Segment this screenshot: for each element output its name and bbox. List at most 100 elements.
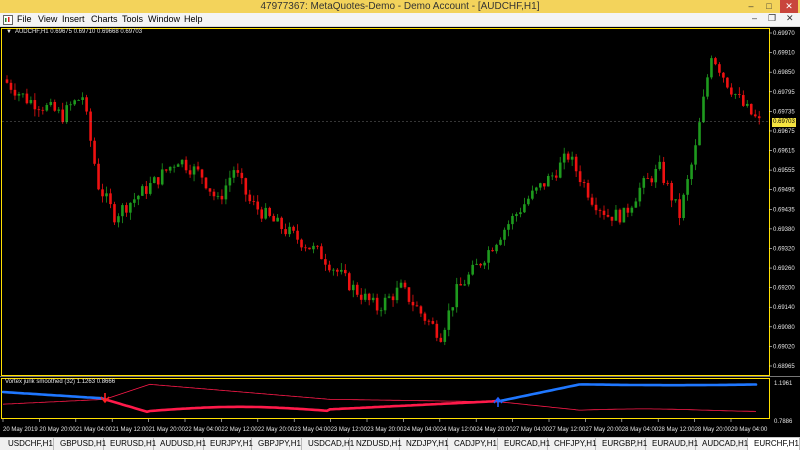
price-axis-label: 0.69910 [773,51,795,57]
candle-body [363,293,367,300]
candle-body [184,159,188,171]
time-axis-label: 23 May 12:00 [331,427,368,433]
candle-body [447,310,451,330]
chart-window[interactable]: 0.69970 0.69910 0.69850 0.69795 0.69735 0.696… [0,27,800,437]
candle-body [698,122,701,146]
candle-body [391,296,395,301]
time-axis-label: 22 May 12:00 [221,427,258,433]
chart-minimize-button[interactable]: – [752,13,757,23]
candle-body [598,210,602,212]
title-bar: 47977367: MetaQuotes-Demo - Demo Account… [0,0,800,13]
candle-body [13,89,17,96]
candle-body [726,77,729,88]
menu-window[interactable]: Window [148,14,180,24]
candle-body [148,183,152,194]
chart-close-button[interactable]: ✕ [786,13,794,24]
symbol-tabs: USDCHF,H1 GBPUSD,H1 EURUSD,H1 AUDUSD,H1 … [0,437,800,450]
candle-body [475,263,478,265]
candle-body [423,313,427,321]
close-button[interactable]: ✕ [780,0,798,13]
candle-body [25,93,29,104]
tab-usdcad[interactable]: USDCAD,H1 [302,438,354,450]
collapse-arrow-icon[interactable]: ▼ [6,29,12,35]
candle-body [646,178,650,179]
price-chart[interactable]: 0.69970 0.69910 0.69850 0.69795 0.69735 0.696… [0,27,800,437]
candle-body [69,104,72,106]
tab-eurusd[interactable]: EURUSD,H1 [104,438,156,450]
menu-insert[interactable]: Insert [62,14,85,24]
vortex-indicator [1,383,758,414]
candle-body [244,178,248,195]
candle-body [626,207,630,213]
candle-body [344,269,347,274]
menu-view[interactable]: View [38,14,57,24]
tab-eurjpy[interactable]: EURJPY,H1 [204,438,253,450]
candle-body [208,188,212,192]
candle-body [73,100,76,105]
tab-euraud[interactable]: EURAUD,H1 [646,438,698,450]
candle-body [523,204,526,213]
tab-nzdusd[interactable]: NZDUSD,H1 [350,438,402,450]
tab-chfjpy[interactable]: CHFJPY,H1 [548,438,597,450]
candle-body [164,169,168,171]
candle-body [570,156,574,160]
candle-body [152,177,156,184]
tab-gbpjpy[interactable]: GBPJPY,H1 [252,438,302,450]
candle-body [117,216,120,223]
candle-body [137,195,140,200]
candle-body [543,183,546,187]
menu-file[interactable]: File [17,14,32,24]
price-axis-label: 0.69140 [773,305,795,311]
candle-body [145,186,148,194]
candle-body [232,170,236,178]
candle-body [483,262,486,266]
time-axis-label: 20 May 20:00 [39,427,76,433]
candle-body [714,58,717,65]
tab-cadjpy[interactable]: CADJPY,H1 [448,438,498,450]
candle-body [89,111,92,141]
candle-body [61,109,65,123]
candle-body [745,103,749,106]
candle-body [121,205,124,217]
tab-gbpusd[interactable]: GBPUSD,H1 [54,438,106,450]
indicator-label: Vortex jurik smoothed (32) 1.1263 0.8666 [5,379,116,385]
maximize-button[interactable]: □ [760,0,778,13]
candle-body [85,97,88,112]
candle-body [706,77,709,97]
candle-body [578,171,582,183]
menu-help[interactable]: Help [184,14,203,24]
time-axis-label: 27 May 20:00 [585,427,622,433]
menu-charts[interactable]: Charts [91,14,118,24]
candle-body [415,305,419,307]
candle-body [562,153,566,163]
tab-usdchf[interactable]: USDCHF,H1 [2,438,54,450]
chart-restore-button[interactable]: ❐ [768,13,776,24]
candle-body [678,199,681,219]
candle-body [379,310,383,312]
tab-eurgbp[interactable]: EURGBP,H1 [596,438,647,450]
candle-body [280,217,283,230]
candle-body [753,114,757,117]
tab-audcad[interactable]: AUDCAD,H1 [696,438,748,450]
candle-body [662,161,665,183]
candle-body [316,245,319,247]
candle-body [511,215,514,225]
time-axis-label: 21 May 04:00 [76,427,113,433]
candle-body [586,182,590,198]
tab-audusd[interactable]: AUDUSD,H1 [154,438,206,450]
tab-eurcad[interactable]: EURCAD,H1 [498,438,550,450]
candle-body [29,100,33,104]
menu-tools[interactable]: Tools [122,14,143,24]
price-axis-label: 0.69380 [773,227,795,233]
candle-body [351,284,355,291]
candle-body [292,226,295,231]
price-axis-label: 0.69200 [773,286,795,292]
candle-body [57,109,61,111]
minimize-button[interactable]: – [742,0,760,13]
tab-nzdjpy[interactable]: NZDJPY,H1 [400,438,449,450]
candle-body [642,178,646,188]
candle-body [670,182,673,201]
candle-body [686,179,689,195]
tab-eurchf[interactable]: EURCHF,H1 [748,438,800,450]
time-axis: 20 May 2019 20 May 20:00 21 May 04:00 21 Ma… [2,419,768,433]
